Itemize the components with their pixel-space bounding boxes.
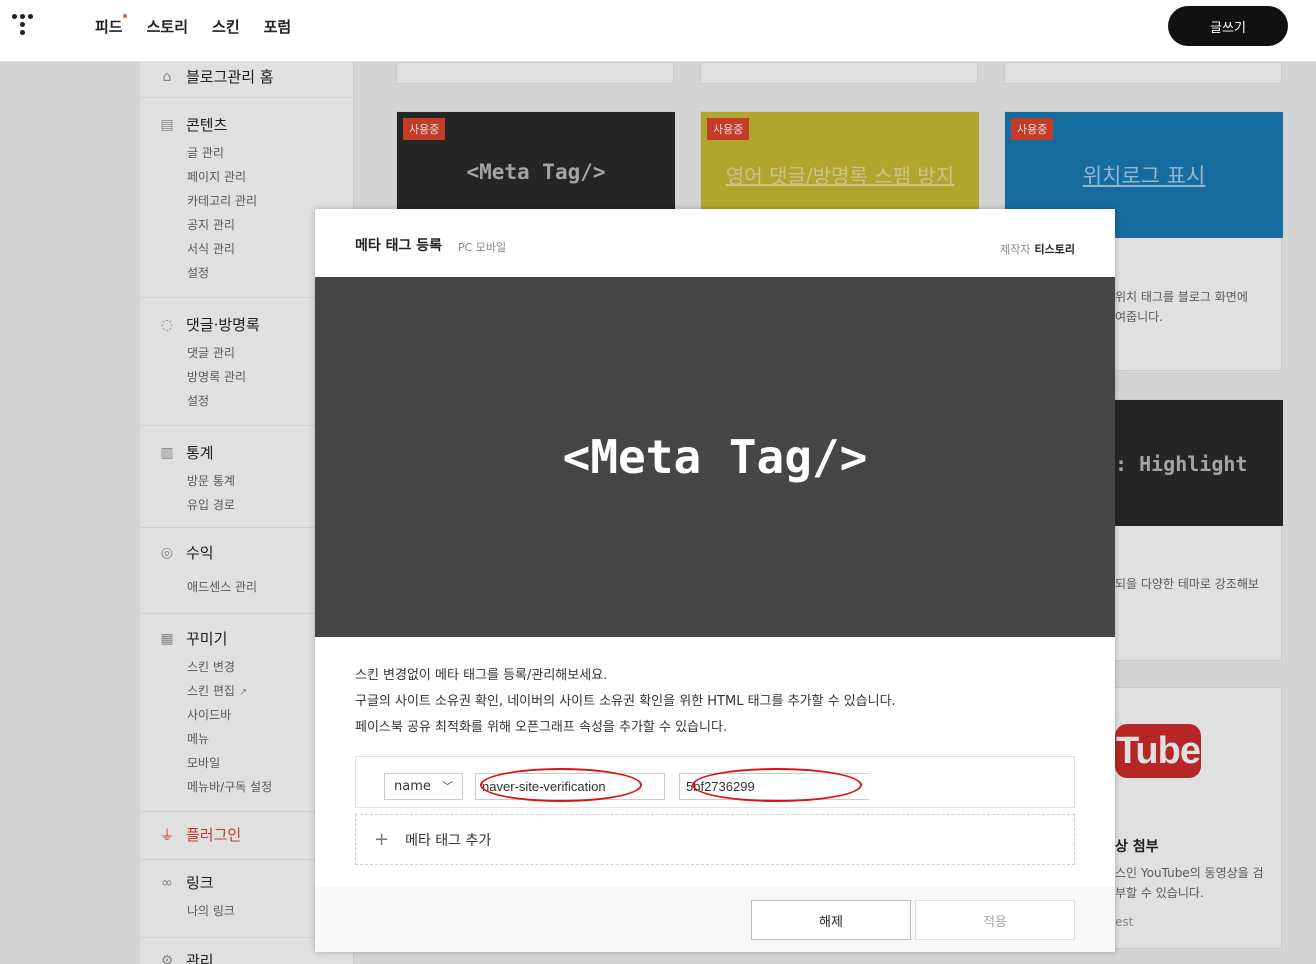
chevron-down-icon: ﹀	[442, 780, 453, 793]
modal-platform: PC 모바일	[458, 241, 507, 254]
new-dot-icon	[122, 14, 127, 18]
tistory-logo-icon[interactable]	[10, 12, 38, 40]
modal-footer: 해제 적용	[315, 887, 1115, 952]
release-button[interactable]: 해제	[751, 900, 911, 940]
add-meta-tag-button[interactable]: + 메타 태그 추가	[355, 814, 1075, 865]
top-bar: 피드 스토리 스킨 포럼 글쓰기	[0, 0, 1316, 62]
modal-title: 메타 태그 등록	[355, 238, 443, 254]
meta-tag-modal: 메타 태그 등록 PC 모바일 제작자 티스토리 <Meta Tag/> 스킨 변…	[315, 209, 1115, 952]
meta-tag-row: name ﹀ naver-site-verification 5bf273629…	[355, 756, 1075, 808]
nav-forum[interactable]: 포럼	[264, 16, 292, 37]
plus-icon: +	[374, 829, 390, 850]
attribute-select[interactable]: name ﹀	[384, 773, 463, 800]
modal-maker: 제작자 티스토리	[1000, 243, 1075, 256]
annotation-ellipse	[692, 768, 862, 802]
nav-skin[interactable]: 스킨	[212, 16, 240, 37]
annotation-ellipse	[480, 768, 642, 802]
nav-story[interactable]: 스토리	[147, 16, 188, 37]
modal-description: 스킨 변경없이 메타 태그를 등록/관리해보세요. 구글의 사이트 소유권 확인…	[355, 668, 896, 735]
write-button[interactable]: 글쓰기	[1168, 6, 1288, 46]
modal-header: 메타 태그 등록 PC 모바일 제작자 티스토리	[315, 209, 1115, 277]
main-nav: 피드 스토리 스킨 포럼	[95, 14, 292, 37]
plugin-preview: <Meta Tag/>	[315, 277, 1115, 637]
apply-button[interactable]: 적용	[915, 900, 1075, 940]
nav-feed[interactable]: 피드	[95, 14, 127, 37]
maker-name: 티스토리	[1034, 243, 1075, 256]
preview-text: <Meta Tag/>	[562, 430, 868, 484]
